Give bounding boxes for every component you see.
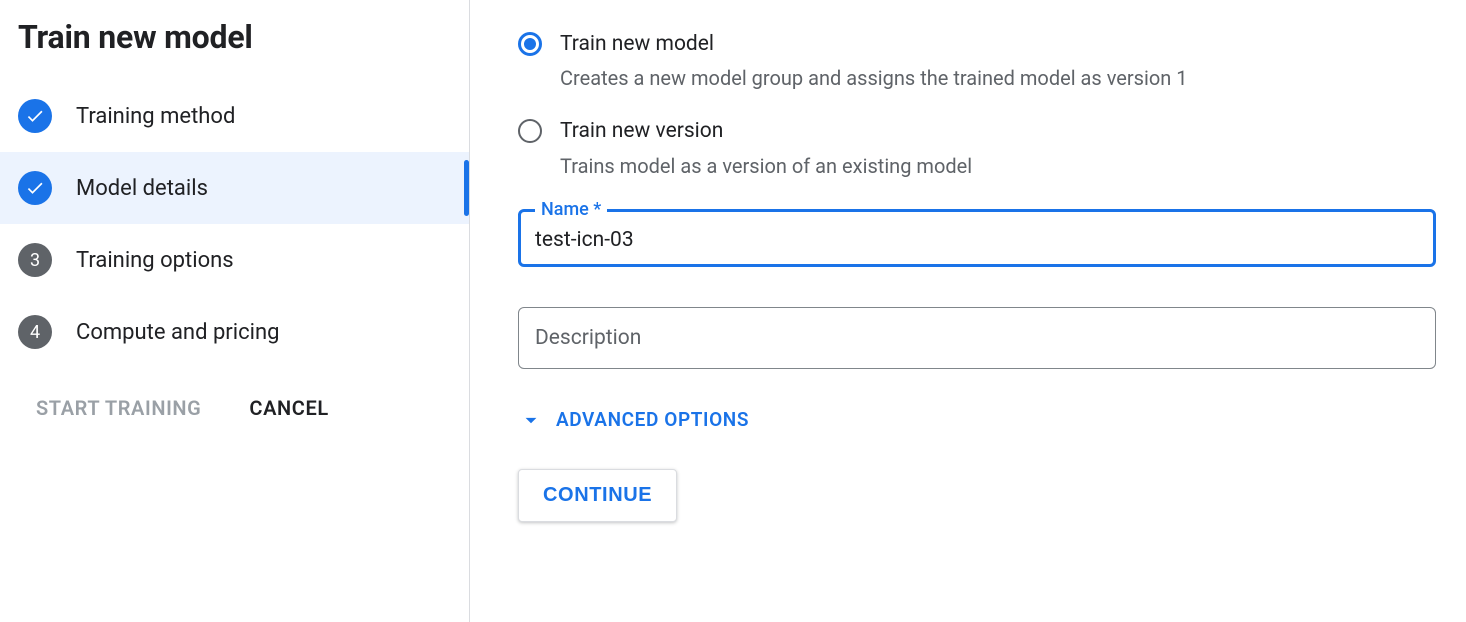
advanced-options-toggle[interactable]: ADVANCED OPTIONS (518, 407, 1436, 433)
radio-train-new-version[interactable]: Train new version Trains model as a vers… (518, 117, 1436, 180)
step-number-icon: 3 (18, 243, 52, 277)
sidebar: Train new model Training method Model de… (0, 0, 470, 622)
advanced-options-label: ADVANCED OPTIONS (556, 408, 749, 431)
continue-button[interactable]: CONTINUE (518, 469, 677, 522)
cancel-button[interactable]: CANCEL (249, 396, 328, 420)
name-field-container[interactable]: Name * (518, 209, 1436, 267)
name-field-label: Name * (535, 199, 607, 220)
radio-icon (518, 119, 542, 143)
training-type-radio-group: Train new model Creates a new model grou… (518, 30, 1436, 181)
start-training-button: START TRAINING (36, 396, 201, 420)
step-list: Training method Model details 3 Training… (0, 80, 469, 368)
name-input[interactable] (535, 228, 1419, 252)
chevron-down-icon (518, 407, 544, 433)
step-training-method[interactable]: Training method (0, 80, 469, 152)
radio-icon (518, 32, 542, 56)
step-model-details[interactable]: Model details (0, 152, 469, 224)
step-label: Training method (76, 104, 235, 129)
radio-train-new-model[interactable]: Train new model Creates a new model grou… (518, 30, 1436, 93)
description-field-container[interactable] (518, 307, 1436, 369)
step-training-options[interactable]: 3 Training options (0, 224, 469, 296)
step-label: Model details (76, 176, 208, 201)
check-icon (18, 99, 52, 133)
step-label: Compute and pricing (76, 320, 279, 345)
radio-label: Train new version (560, 117, 972, 146)
radio-description: Trains model as a version of an existing… (560, 151, 972, 181)
step-label: Training options (76, 248, 234, 273)
check-icon (18, 171, 52, 205)
page-title: Train new model (0, 18, 469, 80)
step-compute-and-pricing[interactable]: 4 Compute and pricing (0, 296, 469, 368)
radio-description: Creates a new model group and assigns th… (560, 63, 1188, 93)
radio-label: Train new model (560, 30, 1188, 59)
radio-text: Train new model Creates a new model grou… (560, 30, 1188, 93)
radio-text: Train new version Trains model as a vers… (560, 117, 972, 180)
main-content: Train new model Creates a new model grou… (470, 0, 1466, 622)
step-number-icon: 4 (18, 315, 52, 349)
sidebar-actions: START TRAINING CANCEL (0, 368, 469, 420)
description-input[interactable] (535, 326, 1419, 350)
